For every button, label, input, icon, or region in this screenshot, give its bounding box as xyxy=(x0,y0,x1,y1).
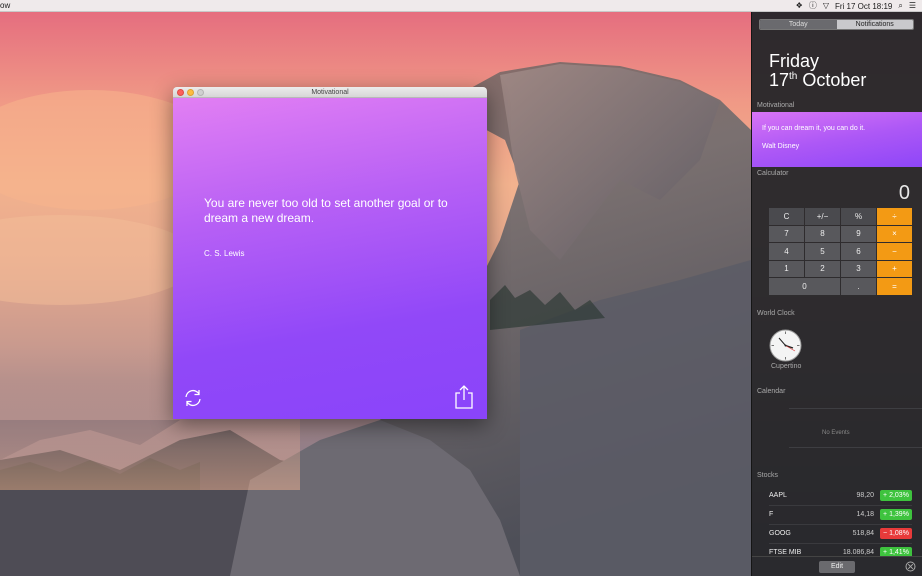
calc-key-plus[interactable]: + xyxy=(877,260,912,277)
calc-key-sign[interactable]: +/− xyxy=(805,208,840,225)
calc-key-multiply[interactable]: × xyxy=(877,225,912,242)
edit-widgets-button[interactable]: Edit xyxy=(819,561,855,573)
calc-key-7[interactable]: 7 xyxy=(769,225,804,242)
calc-key-clear[interactable]: C xyxy=(769,208,804,225)
menu-app-name[interactable]: ow xyxy=(0,1,10,10)
stock-price: 18.086,84 xyxy=(842,549,874,556)
refresh-icon xyxy=(185,389,201,407)
stock-symbol: FTSE MIB xyxy=(769,549,802,556)
stock-price: 14,18 xyxy=(856,511,874,518)
spotlight-search-icon[interactable]: ⌕ xyxy=(898,0,902,12)
quote-text: You are never too old to set another goa… xyxy=(204,196,448,225)
stock-divider xyxy=(769,524,912,525)
info-icon[interactable]: ⓘ xyxy=(809,0,817,12)
menu-clock[interactable]: Fri 17 Oct 18:19 xyxy=(835,2,892,11)
nc-footer: Edit xyxy=(752,556,922,576)
date-month: October xyxy=(802,70,867,90)
zoom-button[interactable] xyxy=(197,89,204,96)
world-clock-widget-title: World Clock xyxy=(757,310,795,317)
calculator-display: 0 xyxy=(898,182,910,204)
share-icon xyxy=(455,385,473,409)
notification-center: Today Notifications Friday 17th October … xyxy=(751,12,922,576)
menu-bar: ow ❖ ⓘ ▽ Fri 17 Oct 18:19 ⌕ ☰ xyxy=(0,0,922,12)
nc-tab-switcher: Today Notifications xyxy=(759,19,914,30)
calc-key-minus[interactable]: − xyxy=(877,243,912,260)
stock-change-badge[interactable]: − 1,08% xyxy=(880,528,912,539)
calc-key-divide[interactable]: ÷ xyxy=(877,208,912,225)
calc-key-decimal[interactable]: . xyxy=(841,278,876,295)
settings-icon[interactable] xyxy=(905,561,916,572)
analog-clock-icon[interactable] xyxy=(769,329,802,362)
calc-key-4[interactable]: 4 xyxy=(769,243,804,260)
stock-row[interactable]: GOOG 518,84 − 1,08% xyxy=(769,527,912,541)
calc-key-5[interactable]: 5 xyxy=(805,243,840,260)
calc-key-8[interactable]: 8 xyxy=(805,225,840,242)
motivational-window: Motivational You are never too old to se… xyxy=(173,87,487,419)
menu-extras: ❖ ⓘ ▽ Fri 17 Oct 18:19 ⌕ ☰ xyxy=(796,0,916,12)
stock-price: 98,20 xyxy=(856,492,874,499)
stock-price: 518,84 xyxy=(852,530,874,537)
stock-change-badge[interactable]: + 1,39% xyxy=(880,509,912,520)
calc-key-9[interactable]: 9 xyxy=(841,225,876,242)
date-number: 17 xyxy=(769,70,790,90)
quote-panel: You are never too old to set another goa… xyxy=(173,98,487,419)
stock-row[interactable]: F 14,18 + 1,39% xyxy=(769,508,912,522)
stock-symbol: F xyxy=(769,511,774,518)
calendar-events-area xyxy=(789,408,922,448)
calculator-widget-title: Calculator xyxy=(757,170,789,177)
calc-key-percent[interactable]: % xyxy=(841,208,876,225)
calc-key-3[interactable]: 3 xyxy=(841,260,876,277)
tab-notifications[interactable]: Notifications xyxy=(836,20,913,29)
quote-author: C. S. Lewis xyxy=(204,249,245,258)
stocks-widget-title: Stocks xyxy=(757,472,779,479)
share-button[interactable] xyxy=(453,384,475,410)
motivational-widget[interactable]: If you can dream it, you can do it. Walt… xyxy=(752,112,922,167)
date-suffix: th xyxy=(789,71,798,82)
notification-center-icon[interactable]: ☰ xyxy=(909,0,916,12)
calc-key-equals[interactable]: = xyxy=(877,278,912,295)
calc-key-1[interactable]: 1 xyxy=(769,260,804,277)
calendar-widget-title: Calendar xyxy=(757,388,786,395)
today-date: 17th October xyxy=(769,70,866,91)
motivational-widget-title: Motivational xyxy=(757,102,795,109)
refresh-button[interactable] xyxy=(182,387,204,409)
widget-quote-text: If you can dream it, you can do it. xyxy=(762,125,866,132)
minimize-button[interactable] xyxy=(187,89,194,96)
stock-divider xyxy=(769,543,912,544)
window-titlebar[interactable]: Motivational xyxy=(173,87,487,98)
calculator-keypad: C +/− % ÷ 7 8 9 × 4 5 6 − 1 2 3 + 0 . = xyxy=(769,208,912,295)
stock-row[interactable]: AAPL 98,20 + 2,03% xyxy=(769,489,912,503)
stock-divider xyxy=(769,505,912,506)
calendar-no-events: No Events xyxy=(822,430,850,436)
stock-symbol: AAPL xyxy=(769,492,787,499)
calc-key-2[interactable]: 2 xyxy=(805,260,840,277)
stock-change-badge[interactable]: + 2,03% xyxy=(880,490,912,501)
tab-today[interactable]: Today xyxy=(760,20,837,29)
window-title: Motivational xyxy=(311,89,349,96)
calc-key-6[interactable]: 6 xyxy=(841,243,876,260)
today-weekday: Friday xyxy=(769,51,820,71)
dropbox-icon[interactable]: ❖ xyxy=(796,0,803,12)
world-clock-city: Cupertino xyxy=(771,363,802,370)
widget-quote-author: Walt Disney xyxy=(762,143,800,150)
calc-key-0[interactable]: 0 xyxy=(769,278,840,295)
wifi-icon[interactable]: ▽ xyxy=(823,0,829,12)
close-button[interactable] xyxy=(177,89,184,96)
stock-symbol: GOOG xyxy=(769,530,791,537)
